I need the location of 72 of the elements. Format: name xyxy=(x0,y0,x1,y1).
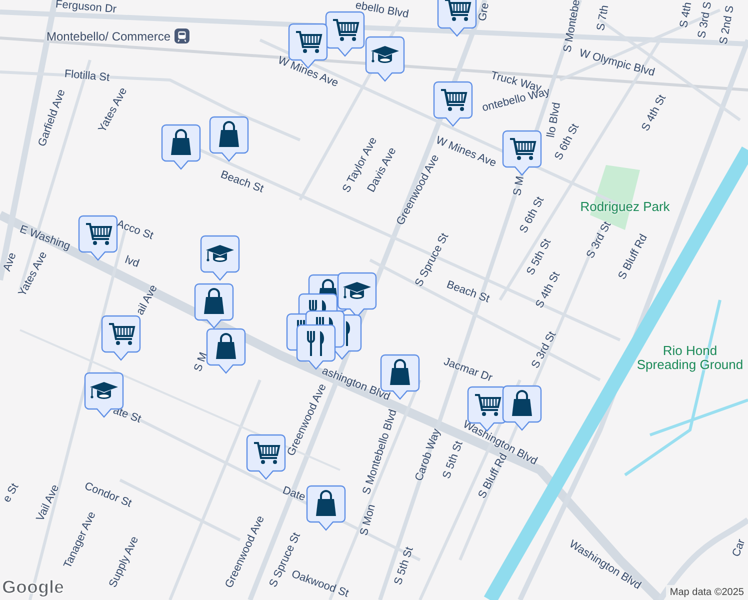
map-pin[interactable] xyxy=(433,81,473,127)
shopping-cart-icon xyxy=(109,323,136,345)
street-label: W Olympic Blvd xyxy=(578,47,656,79)
graduation-cap-icon xyxy=(90,382,118,399)
shopping-bag-icon xyxy=(512,390,532,416)
street-label: Jacmar Dr xyxy=(442,356,494,384)
street-label: Acco St xyxy=(115,218,155,242)
street-label: ebello Blvd xyxy=(354,0,410,21)
street-label: Vail Ave xyxy=(34,482,62,524)
map-pin[interactable] xyxy=(206,328,246,374)
street-label: S 3rd St xyxy=(529,330,559,370)
street-label: S Bluff Rd xyxy=(616,232,650,282)
map-pin[interactable] xyxy=(502,130,542,176)
train-icon xyxy=(174,28,190,44)
map-logo: Google xyxy=(2,577,64,598)
street-label: W Mines Ave xyxy=(276,54,340,90)
map-pin[interactable] xyxy=(101,315,141,361)
map-pin[interactable] xyxy=(194,283,234,329)
street-label: S 4th St xyxy=(640,92,668,134)
map-pin[interactable] xyxy=(306,485,346,531)
shopping-cart-icon xyxy=(254,442,280,464)
street-label: Gre xyxy=(476,2,492,22)
street-label: Beach St xyxy=(218,168,266,196)
station-label: Montebello/ Commerce xyxy=(46,30,171,42)
street-label: S 5th St xyxy=(440,440,466,480)
street-label: Ave xyxy=(1,251,19,273)
street-label: Car xyxy=(730,538,748,558)
street-label: S 4th St xyxy=(534,270,562,310)
map-pin[interactable] xyxy=(78,215,118,261)
shopping-bag-icon xyxy=(390,359,410,385)
graduation-cap-icon xyxy=(206,245,234,262)
street-label: S 5th St xyxy=(392,546,416,586)
shopping-cart-icon xyxy=(333,19,360,41)
shopping-bag-icon xyxy=(171,129,191,155)
street-label: S 3rd S xyxy=(696,0,714,40)
map-pin[interactable] xyxy=(161,124,201,170)
shopping-bag-icon xyxy=(316,490,336,516)
street-label: Ferguson Dr xyxy=(55,0,117,16)
street-label: Carob Way xyxy=(413,427,443,483)
shopping-bag-icon xyxy=(216,333,236,359)
shopping-cart-icon xyxy=(445,0,472,21)
map-pin[interactable] xyxy=(246,434,286,480)
street-label: lvd xyxy=(123,254,141,270)
street-label: S 6th St xyxy=(518,194,546,236)
map-pin[interactable] xyxy=(200,235,240,281)
shopping-bag-icon xyxy=(204,288,224,314)
graduation-cap-icon xyxy=(371,46,399,63)
street-label: S 7th xyxy=(594,4,612,32)
shopping-cart-icon xyxy=(296,31,322,53)
street-label: S Mon xyxy=(358,503,378,537)
street-label: Beach St xyxy=(444,278,492,306)
street-label: S 3rd St xyxy=(584,220,614,260)
street-label: ail Ave xyxy=(134,282,160,318)
map-pin[interactable] xyxy=(365,36,405,82)
map-pin[interactable] xyxy=(437,0,477,37)
map-pin[interactable] xyxy=(209,116,249,162)
street-label: S M xyxy=(192,350,210,374)
street-label: llo Blvd xyxy=(545,102,563,138)
street-label: S 4th xyxy=(678,1,694,29)
place-label: Rio Hond Spreading Ground xyxy=(636,344,744,372)
shopping-bag-icon xyxy=(219,121,239,147)
shopping-cart-icon xyxy=(475,394,502,416)
street-label: S 2nd S xyxy=(718,4,736,46)
street-label: e St xyxy=(0,482,22,504)
street-label: Date xyxy=(281,484,307,504)
street-label: S M xyxy=(511,175,527,197)
street-label: Flotilla St xyxy=(64,68,110,84)
shopping-cart-icon xyxy=(510,138,536,160)
shopping-cart-icon xyxy=(86,223,112,245)
street-label: S Bluff Rd xyxy=(476,451,510,501)
place-label: Rodriguez Park xyxy=(580,200,670,214)
shopping-cart-icon xyxy=(441,89,468,111)
